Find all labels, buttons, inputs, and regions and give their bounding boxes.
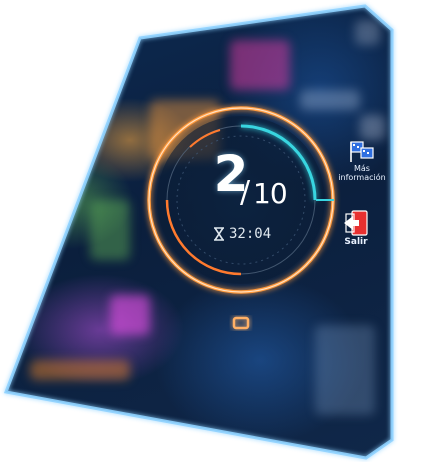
blurred-tile [150,100,220,160]
more-info-label: Más información [338,164,386,182]
more-info-button[interactable]: Más información [336,140,388,182]
blurred-tile [300,90,360,110]
exit-button[interactable]: Salir [336,208,376,247]
blurred-tile [110,295,150,335]
hourglass-icon [214,227,224,241]
blurred-tile [315,325,375,415]
exit-door-icon [344,210,368,236]
total-rounds: 10 [253,177,288,210]
timer: 32:04 [213,226,271,242]
blurred-tile [355,20,380,45]
blurred-tile [30,360,130,380]
game-screen: Más información Salir 2 / 10 32:04 [0,0,442,462]
counter-separator: / [240,175,251,210]
blurred-tile [360,115,385,140]
flags-icon [350,141,374,162]
exit-label: Salir [344,237,368,247]
blurred-tile [230,40,290,90]
blurred-tile [90,200,130,260]
timer-value: 32:04 [229,226,272,242]
